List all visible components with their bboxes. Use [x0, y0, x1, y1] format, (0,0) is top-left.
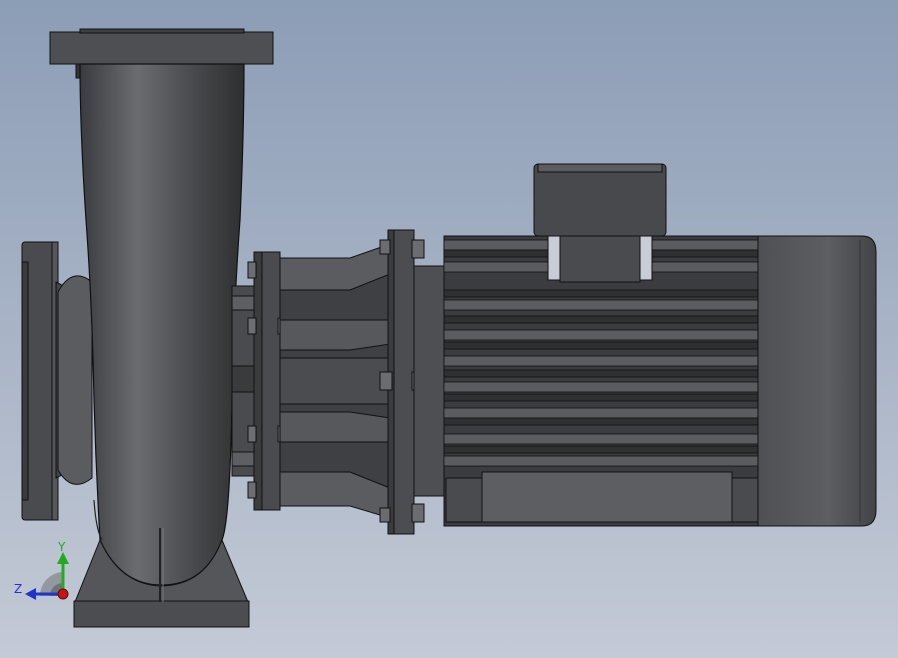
cooling-fin — [443, 369, 759, 378]
triad-y-label: Y — [57, 540, 66, 554]
triad-z-label: Z — [14, 582, 22, 596]
cooling-fin — [443, 299, 759, 311]
cooling-fin — [443, 355, 759, 367]
cooling-fin — [443, 407, 759, 419]
cad-graphics-viewport[interactable]: Y Z — [0, 0, 898, 658]
pump-volute-casing[interactable] — [79, 63, 245, 586]
motor-fan-cover[interactable] — [757, 235, 877, 527]
motor-flange — [413, 265, 447, 497]
cooling-fin — [443, 341, 759, 350]
cooling-fin — [443, 289, 759, 298]
suction-flange[interactable] — [21, 241, 59, 521]
cooling-fin — [443, 433, 759, 445]
cooling-fin — [443, 393, 759, 402]
cooling-fin — [443, 329, 759, 341]
pump-assembly-model[interactable]: Y Z — [0, 0, 898, 658]
motor-nameplate — [445, 471, 759, 523]
cooling-fin — [443, 445, 759, 454]
cooling-fin — [443, 455, 759, 467]
bearing-housing[interactable] — [231, 285, 257, 477]
motor-terminal-box[interactable] — [533, 163, 667, 283]
triad-origin — [57, 588, 69, 600]
cooling-fin — [443, 417, 759, 426]
cooling-fin — [443, 381, 759, 393]
cooling-fin — [443, 315, 759, 324]
suction-neck — [55, 275, 93, 485]
motor-lantern-bracket[interactable] — [279, 243, 391, 519]
